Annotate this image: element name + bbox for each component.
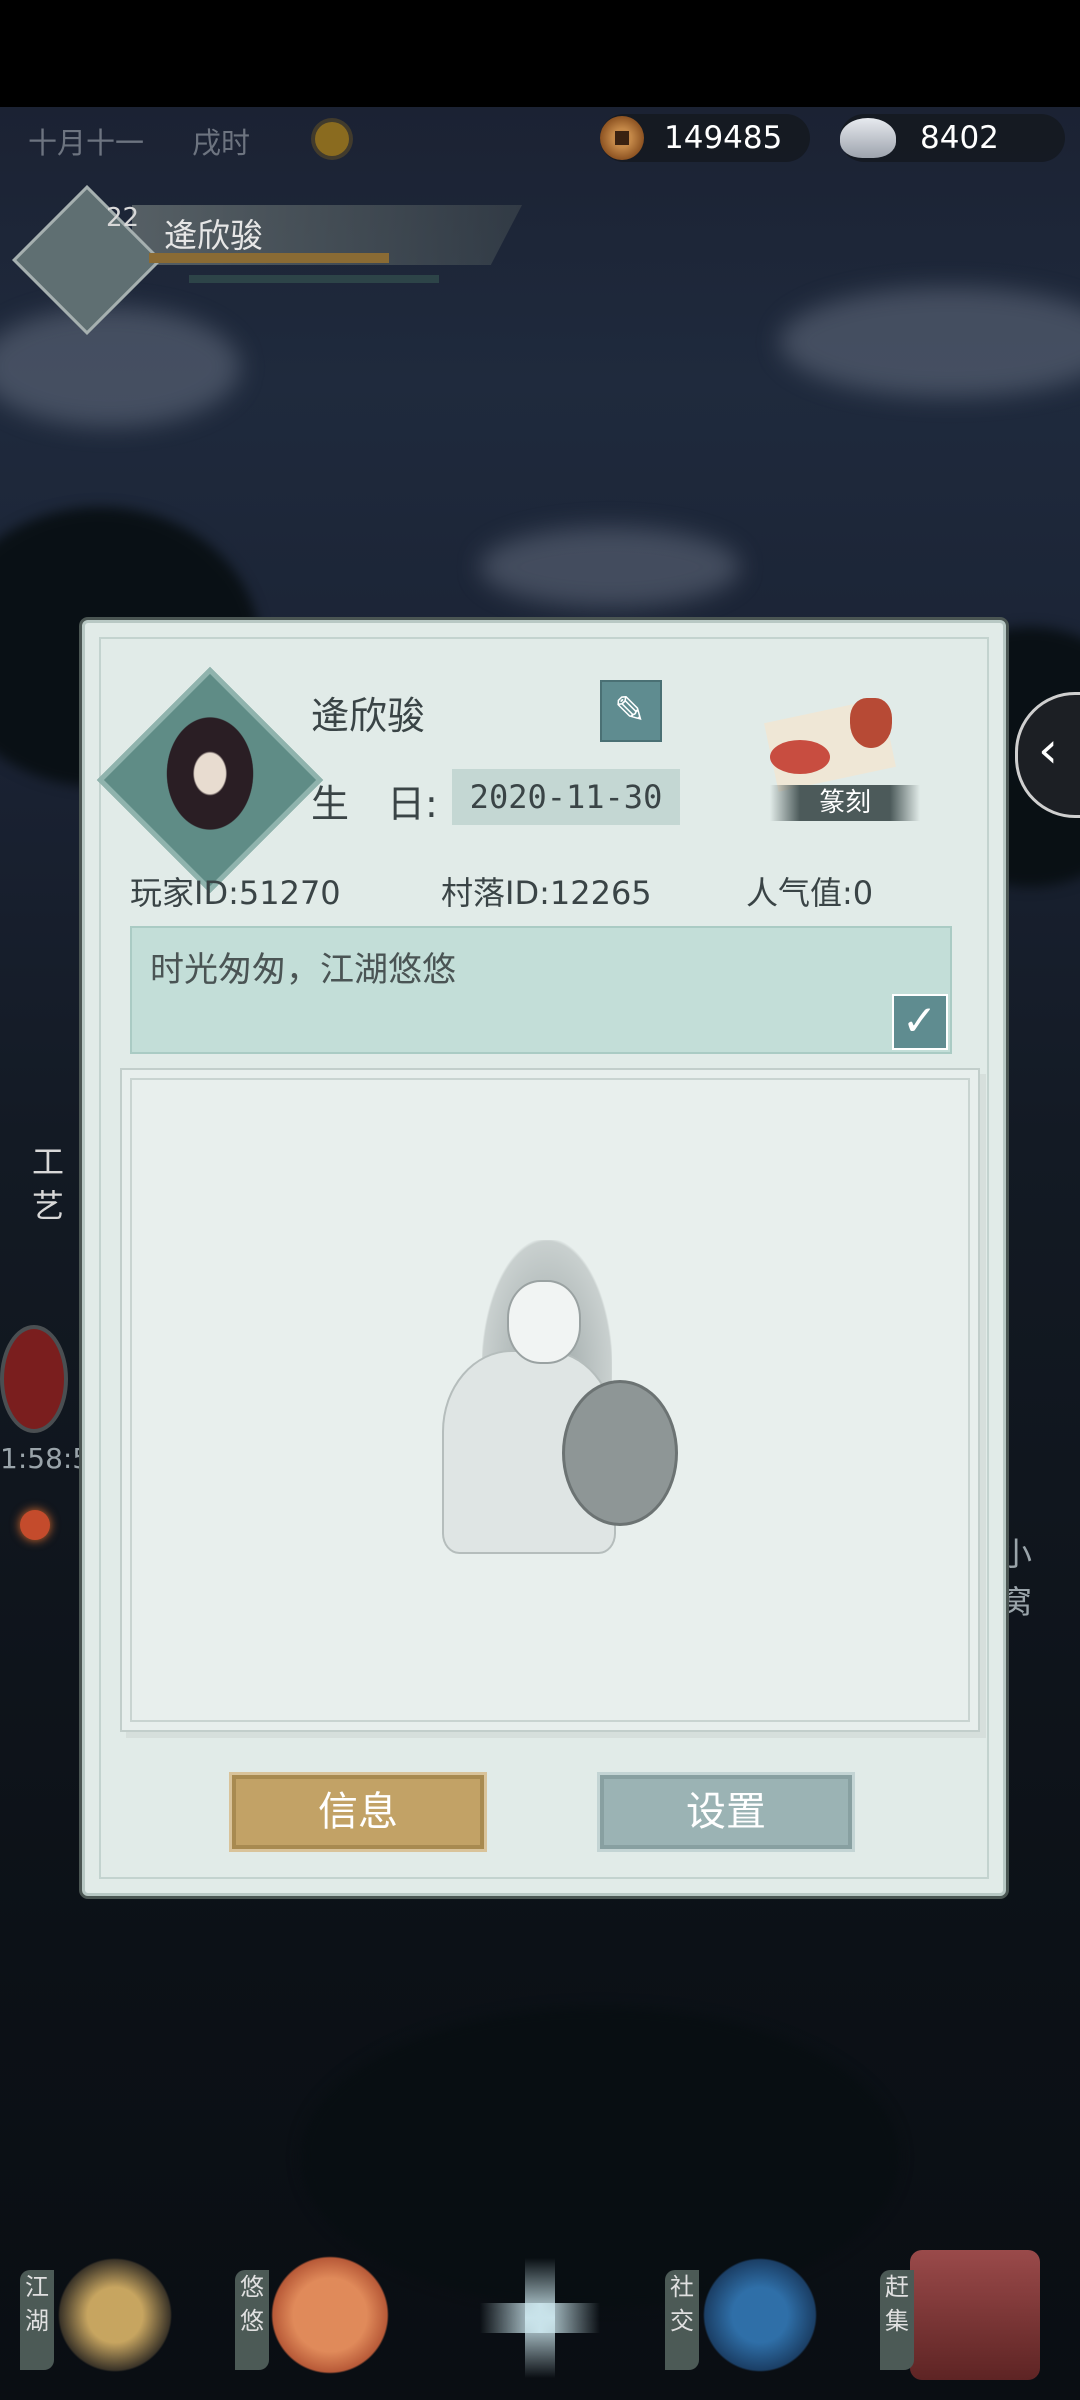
avatar-portrait: [155, 715, 265, 845]
profile-name: 逄欣骏: [311, 694, 426, 738]
engrave-button[interactable]: 篆刻: [760, 690, 920, 821]
nav-youyou[interactable]: 悠悠: [235, 2250, 395, 2390]
silver-ingot-icon: [840, 118, 896, 158]
timer-text: 1:58:5: [0, 1442, 91, 1475]
player-exp-bar: [149, 253, 389, 263]
player-id: 玩家ID:51270: [130, 874, 341, 912]
pencil-icon: ✎: [614, 688, 646, 732]
basket-icon: [910, 2250, 1040, 2380]
player-stamina-bar: [189, 275, 439, 283]
nav-youyou-label: 悠悠: [235, 2270, 269, 2370]
silver-currency[interactable]: 8402: [840, 114, 1065, 162]
craft-label[interactable]: 工艺: [32, 1140, 72, 1228]
bird-sun-icon: [265, 2250, 395, 2380]
signature-box[interactable]: 时光匆匆，江湖悠悠 ✓: [130, 926, 952, 1054]
engrave-stamp-icon: [770, 740, 830, 774]
player-level: 22: [106, 203, 140, 233]
player-name: 逄欣骏: [164, 216, 263, 255]
nav-jianghu-label: 江湖: [20, 2270, 54, 2370]
copper-currency[interactable]: 149485: [600, 114, 810, 162]
sketch-instrument: [562, 1380, 678, 1526]
character-sketch: [422, 1210, 682, 1554]
player-card[interactable]: 22 逄欣骏: [12, 185, 522, 335]
nav-social-label: 社交: [665, 2270, 699, 2370]
birthday-label: 生 日:: [311, 782, 438, 826]
star-ray: [480, 2303, 600, 2333]
game-date: 十月十一: [28, 126, 145, 160]
fire-icon: [20, 1510, 50, 1540]
nav-social[interactable]: 社交: [665, 2250, 825, 2390]
engrave-seal-icon: [850, 698, 892, 748]
village-id: 村落ID:12265: [441, 874, 652, 912]
sun-icon: [315, 122, 349, 156]
cloud: [0, 307, 240, 427]
timer-badge-icon[interactable]: [0, 1325, 68, 1433]
game-hour: 戌时: [192, 126, 251, 160]
chevron-left-icon: ‹: [1038, 721, 1058, 779]
info-button[interactable]: 信息: [229, 1772, 487, 1852]
sketch-face: [507, 1280, 581, 1364]
hat-icon: [50, 2250, 180, 2380]
nav-market[interactable]: 赶集: [880, 2250, 1040, 2390]
copper-coin-icon: [600, 116, 644, 160]
signature-text: 时光匆匆，江湖悠悠: [150, 950, 456, 990]
character-display-area: [120, 1068, 980, 1732]
home-label[interactable]: 小窝: [1000, 1530, 1040, 1626]
copper-amount: 149485: [664, 120, 783, 156]
nav-market-label: 赶集: [880, 2270, 914, 2370]
engrave-label: 篆刻: [770, 785, 920, 821]
cloud: [780, 287, 1080, 397]
cloud: [480, 527, 740, 607]
nav-jianghu[interactable]: 江湖: [20, 2250, 180, 2390]
popularity: 人气值:0: [746, 874, 874, 912]
settings-button[interactable]: 设置: [597, 1772, 855, 1852]
silver-amount: 8402: [920, 120, 999, 156]
confirm-signature-button[interactable]: ✓: [892, 994, 948, 1050]
check-icon: ✓: [902, 996, 938, 1045]
birthday-field: 2020-11-30: [452, 769, 680, 825]
edit-name-button[interactable]: ✎: [600, 680, 662, 742]
center-menu-star-icon[interactable]: [480, 2258, 600, 2378]
wave-icon: [695, 2250, 825, 2380]
